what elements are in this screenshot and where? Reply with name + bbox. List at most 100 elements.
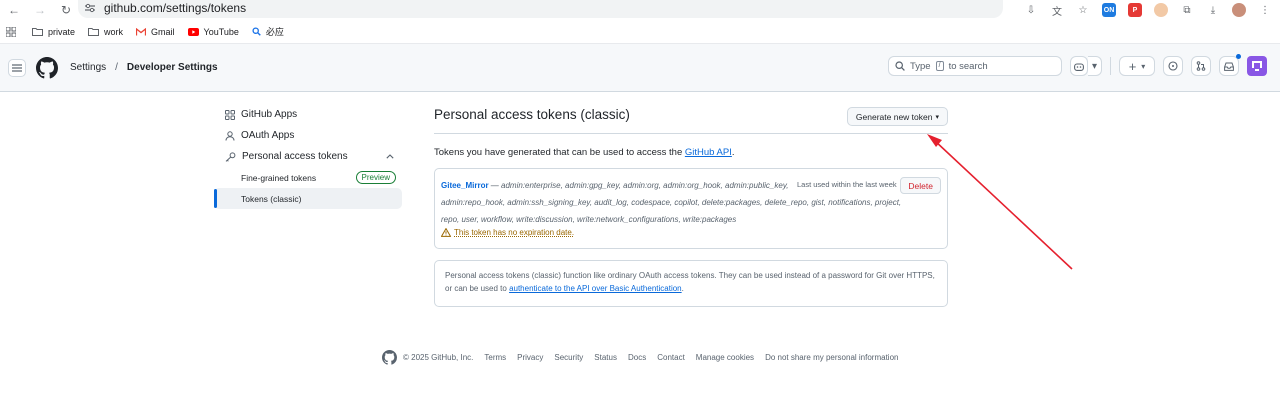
header-divider bbox=[1110, 57, 1111, 75]
tokens-intro: Tokens you have generated that can be us… bbox=[434, 147, 948, 158]
youtube-icon bbox=[187, 27, 199, 36]
notification-indicator bbox=[1236, 54, 1241, 59]
hamburger-menu-button[interactable] bbox=[8, 58, 26, 77]
key-icon bbox=[225, 151, 236, 162]
install-app-icon[interactable]: ⇩ bbox=[1024, 3, 1038, 17]
avatar-pattern-icon bbox=[1252, 61, 1262, 71]
delete-token-button[interactable]: Delete bbox=[900, 177, 941, 194]
pull-request-icon bbox=[1196, 61, 1206, 71]
search-input[interactable]: Type / to search bbox=[888, 56, 1062, 76]
token-item: Gitee_Mirror — admin:enterprise, admin:g… bbox=[434, 168, 948, 249]
alert-icon bbox=[441, 228, 451, 237]
site-info-icon[interactable] bbox=[84, 3, 96, 13]
pull-requests-button[interactable] bbox=[1191, 56, 1211, 76]
preview-badge: Preview bbox=[355, 171, 396, 184]
token-last-used: Last used within the last week bbox=[797, 180, 897, 189]
chevron-down-icon: ▾ bbox=[1141, 61, 1146, 71]
search-icon bbox=[895, 61, 905, 71]
github-header: Settings / Developer Settings Type / to … bbox=[0, 44, 1280, 92]
chrome-menu-icon[interactable]: ⋮ bbox=[1258, 3, 1272, 17]
sidebar-item-label: GitHub Apps bbox=[241, 109, 298, 120]
info-note: Personal access tokens (classic) functio… bbox=[434, 260, 948, 307]
folder-icon bbox=[32, 28, 43, 36]
info-end: . bbox=[681, 284, 684, 293]
inbox-button[interactable] bbox=[1219, 56, 1239, 76]
copilot-dropdown-icon[interactable]: ▾ bbox=[1088, 56, 1102, 76]
token-name-link[interactable]: Gitee_Mirror bbox=[441, 181, 489, 190]
translate-icon[interactable]: 文 bbox=[1050, 3, 1064, 18]
generate-button-label: Generate new token bbox=[855, 111, 933, 122]
footer-link-status[interactable]: Status bbox=[594, 353, 617, 362]
caret-down-icon: ▾ bbox=[935, 113, 939, 121]
address-bar[interactable]: github.com/settings/tokens bbox=[78, 0, 1003, 18]
sidebar-item-github-apps[interactable]: GitHub Apps bbox=[214, 104, 402, 125]
search-placeholder-end: to search bbox=[948, 60, 988, 72]
generate-new-token-button[interactable]: Generate new token ▾ bbox=[846, 107, 948, 126]
plus-icon: + bbox=[1128, 58, 1137, 74]
warning-text[interactable]: This token has no expiration date. bbox=[454, 228, 574, 237]
apps-icon bbox=[225, 109, 235, 120]
footer-link-contact[interactable]: Contact bbox=[657, 353, 685, 362]
sidebar-item-label: OAuth Apps bbox=[241, 130, 295, 141]
main-content: Personal access tokens (classic) Generat… bbox=[434, 106, 948, 307]
intro-text: Tokens you have generated that can be us… bbox=[434, 147, 683, 158]
token-scopes-line: admin:repo_hook, admin:ssh_signing_key, … bbox=[441, 198, 902, 207]
issues-icon bbox=[1168, 61, 1178, 71]
settings-sidebar: GitHub Apps OAuth Apps Personal access t… bbox=[214, 106, 402, 209]
bookmark-label: Gmail bbox=[151, 26, 175, 37]
footer-link-docs[interactable]: Docs bbox=[628, 353, 646, 362]
star-icon[interactable]: ☆ bbox=[1076, 3, 1090, 17]
footer-link-terms[interactable]: Terms bbox=[484, 353, 506, 362]
copilot-icon bbox=[1074, 62, 1084, 71]
bookmark-youtube[interactable]: YouTube bbox=[187, 26, 239, 37]
token-scopes-line: repo, user, workflow, write:discussion, … bbox=[441, 215, 737, 224]
github-logo-icon[interactable] bbox=[36, 56, 58, 79]
bookmark-label: 必应 bbox=[265, 27, 284, 37]
search-shortcut-key: / bbox=[935, 61, 944, 71]
chevron-up-icon[interactable] bbox=[386, 154, 394, 159]
breadcrumb-developer-settings[interactable]: Developer Settings bbox=[127, 62, 218, 73]
sidebar-item-personal-access-tokens[interactable]: Personal access tokens bbox=[214, 146, 402, 167]
reload-icon[interactable]: ↻ bbox=[58, 2, 74, 18]
footer-link-do-not-share[interactable]: Do not share my personal information bbox=[765, 353, 898, 362]
bookmark-work[interactable]: work bbox=[88, 27, 123, 37]
sidebar-item-label: Fine-grained tokens bbox=[241, 172, 317, 183]
github-api-link[interactable]: GitHub API bbox=[685, 147, 732, 158]
page-title: Personal access tokens (classic) bbox=[434, 107, 630, 122]
footer-copyright: © 2025 GitHub, Inc. bbox=[403, 353, 474, 362]
bookmark-label: private bbox=[48, 26, 76, 37]
profile-avatar-icon[interactable] bbox=[1232, 3, 1246, 17]
extensions-puzzle-icon[interactable]: ⧉ bbox=[1180, 3, 1194, 17]
footer-link-manage-cookies[interactable]: Manage cookies bbox=[696, 353, 754, 362]
user-avatar[interactable] bbox=[1247, 56, 1267, 76]
intro-end: . bbox=[731, 147, 735, 158]
bookmark-bing[interactable]: 必应 bbox=[252, 25, 284, 38]
github-mark-icon[interactable] bbox=[382, 350, 397, 365]
extension-on-icon[interactable]: ON bbox=[1102, 3, 1116, 17]
gmail-icon bbox=[136, 27, 147, 35]
extension-face-icon[interactable] bbox=[1154, 3, 1168, 17]
sidebar-item-fine-grained-tokens[interactable]: Fine-grained tokens Preview bbox=[214, 167, 402, 188]
breadcrumb-settings[interactable]: Settings bbox=[70, 62, 106, 73]
url-text: github.com/settings/tokens bbox=[104, 1, 247, 15]
back-icon[interactable]: ← bbox=[6, 2, 22, 18]
copilot-button[interactable] bbox=[1070, 56, 1088, 76]
create-new-button[interactable]: + ▾ bbox=[1119, 56, 1155, 76]
sidebar-item-label: Personal access tokens bbox=[242, 151, 348, 162]
sidebar-item-oauth-apps[interactable]: OAuth Apps bbox=[214, 125, 402, 146]
bookmark-label: YouTube bbox=[203, 26, 239, 37]
footer-link-security[interactable]: Security bbox=[554, 353, 583, 362]
apps-grid-icon[interactable] bbox=[6, 26, 16, 37]
bookmark-private[interactable]: private bbox=[32, 27, 75, 37]
footer-link-privacy[interactable]: Privacy bbox=[517, 353, 543, 362]
browser-toolbar: ← → ↻ github.com/settings/tokens ⇩ 文 ☆ O… bbox=[0, 0, 1280, 20]
issues-button[interactable] bbox=[1163, 56, 1183, 76]
bookmarks-bar: private work Gmail YouTube 必应 bbox=[0, 20, 1280, 44]
hamburger-icon bbox=[12, 63, 22, 72]
download-icon[interactable]: ⤓ bbox=[1206, 3, 1220, 17]
sidebar-item-tokens-classic[interactable]: Tokens (classic) bbox=[214, 188, 402, 209]
extension-pdf-icon[interactable]: P bbox=[1128, 3, 1142, 17]
basic-auth-link[interactable]: authenticate to the API over Basic Authe… bbox=[509, 284, 682, 293]
bookmark-gmail[interactable]: Gmail bbox=[136, 27, 175, 37]
forward-icon[interactable]: → bbox=[32, 2, 48, 18]
